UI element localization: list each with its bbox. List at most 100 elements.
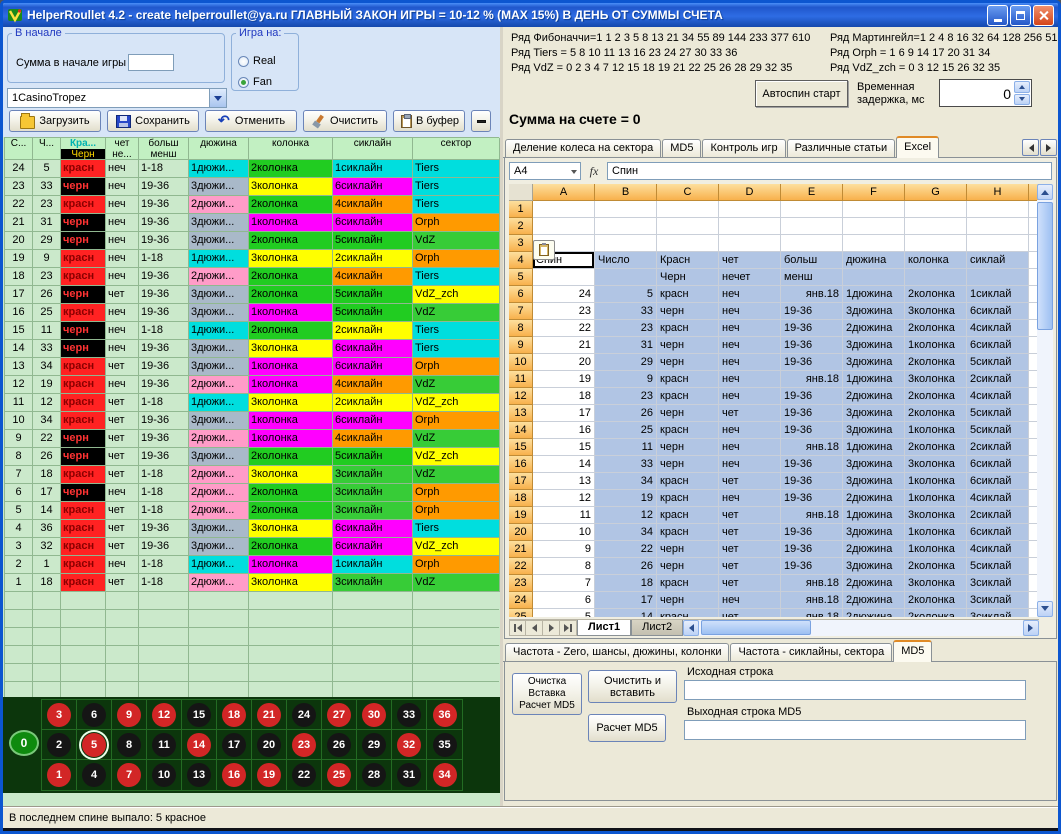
excel-cell[interactable]: 15: [533, 439, 595, 456]
excel-cell[interactable]: черн: [657, 337, 719, 354]
table-row[interactable]: 1511черннеч1-181дюжи...2колонка2сиклайнT…: [5, 322, 499, 340]
excel-cell[interactable]: [657, 201, 719, 218]
excel-cell[interactable]: 3дюжина: [843, 524, 905, 541]
row-header-5[interactable]: 5: [509, 269, 533, 286]
excel-cell[interactable]: 19-36: [781, 388, 843, 405]
excel-cell[interactable]: 9: [533, 541, 595, 558]
delay-value[interactable]: 0: [941, 81, 1014, 105]
excel-cell[interactable]: 31: [595, 337, 657, 354]
excel-cell[interactable]: [905, 218, 967, 235]
excel-cell[interactable]: 5сиклай: [967, 422, 1029, 439]
excel-cell[interactable]: красн: [657, 371, 719, 388]
excel-cell[interactable]: неч: [719, 456, 781, 473]
roulette-number-13[interactable]: 13: [187, 763, 211, 787]
excel-cell[interactable]: [657, 235, 719, 252]
excel-cell[interactable]: янв.18: [781, 507, 843, 524]
roulette-number-26[interactable]: 26: [327, 733, 351, 757]
roulette-number-25[interactable]: 25: [327, 763, 351, 787]
excel-cell[interactable]: менш: [781, 269, 843, 286]
excel-cell[interactable]: 22: [533, 320, 595, 337]
excel-cell[interactable]: 2сиклай: [967, 507, 1029, 524]
excel-cell[interactable]: 6сиклай: [967, 456, 1029, 473]
roulette-number-15[interactable]: 15: [187, 703, 211, 727]
row-header-3[interactable]: 3: [509, 235, 533, 252]
excel-cell[interactable]: [843, 218, 905, 235]
table-row[interactable]: 2131черннеч19-363дюжи...1колонка6сиклайн…: [5, 214, 499, 232]
scroll-up-button[interactable]: [1037, 184, 1053, 200]
clear-paste-calc-button[interactable]: Очистка Вставка Расчет MD5: [512, 673, 582, 715]
save-button[interactable]: Сохранить: [107, 110, 199, 132]
excel-cell[interactable]: [843, 201, 905, 218]
excel-cell[interactable]: 12: [533, 490, 595, 507]
excel-cell[interactable]: 3колонка: [905, 303, 967, 320]
row-header-25[interactable]: 25: [509, 609, 533, 617]
excel-cell[interactable]: [533, 201, 595, 218]
excel-cell[interactable]: 1колонка: [905, 541, 967, 558]
excel-cell[interactable]: 19-36: [781, 320, 843, 337]
excel-cell[interactable]: 3колонка: [905, 456, 967, 473]
table-row[interactable]: 826чернчет19-363дюжи...2колонка5сиклайнV…: [5, 448, 499, 466]
excel-cell[interactable]: [719, 218, 781, 235]
clear-button[interactable]: Очистить: [303, 110, 387, 132]
row-header-22[interactable]: 22: [509, 558, 533, 575]
excel-cell[interactable]: неч: [719, 439, 781, 456]
excel-cell[interactable]: 26: [595, 405, 657, 422]
excel-cell[interactable]: 34: [595, 473, 657, 490]
tab-wheel-sectors[interactable]: Деление колеса на сектора: [505, 139, 661, 157]
excel-cell[interactable]: 29: [595, 354, 657, 371]
roulette-number-30[interactable]: 30: [362, 703, 386, 727]
tab-md5-bottom[interactable]: MD5: [893, 640, 932, 662]
scroll-right-button[interactable]: [1023, 620, 1039, 636]
excel-cell[interactable]: 2колонка: [905, 388, 967, 405]
clear-insert-button[interactable]: Очистить и вставить: [588, 670, 677, 703]
sheet-tab-list1[interactable]: Лист1: [577, 620, 631, 636]
excel-cell[interactable]: 5: [533, 609, 595, 617]
excel-cell[interactable]: 14: [533, 456, 595, 473]
excel-cell[interactable]: 4сиклай: [967, 490, 1029, 507]
row-header-20[interactable]: 20: [509, 524, 533, 541]
excel-cell[interactable]: 2дюжина: [843, 388, 905, 405]
excel-cell[interactable]: 2дюжина: [843, 575, 905, 592]
autospin-start-button[interactable]: Автоспин старт: [755, 80, 848, 107]
md5-output-input[interactable]: [684, 720, 1026, 740]
column-header-E[interactable]: E: [781, 184, 843, 201]
spinner-up-button[interactable]: [1014, 81, 1030, 93]
excel-cell[interactable]: 2колонка: [905, 592, 967, 609]
excel-cell[interactable]: [967, 201, 1029, 218]
select-all-corner[interactable]: [509, 184, 533, 201]
excel-cell[interactable]: [595, 269, 657, 286]
chevron-down-icon[interactable]: [209, 89, 226, 107]
tab-scroll-right-button[interactable]: [1040, 139, 1057, 156]
excel-cell[interactable]: 23: [595, 388, 657, 405]
roulette-number-5[interactable]: 5: [82, 733, 106, 757]
excel-cell[interactable]: [595, 235, 657, 252]
excel-cell[interactable]: 18: [595, 575, 657, 592]
table-row[interactable]: 2223красннеч19-362дюжи...2колонка4сиклай…: [5, 196, 499, 214]
row-header-1[interactable]: 1: [509, 201, 533, 218]
excel-cell[interactable]: черн: [657, 303, 719, 320]
excel-cell[interactable]: 18: [533, 388, 595, 405]
excel-cell[interactable]: черн: [657, 439, 719, 456]
excel-cell[interactable]: 8: [533, 558, 595, 575]
column-header-C[interactable]: C: [657, 184, 719, 201]
excel-cell[interactable]: 25: [595, 422, 657, 439]
excel-cell[interactable]: 3дюжина: [843, 456, 905, 473]
excel-cell[interactable]: 3колонка: [905, 575, 967, 592]
excel-cell[interactable]: сиклай: [967, 252, 1029, 269]
excel-cell[interactable]: янв.18: [781, 439, 843, 456]
excel-cell[interactable]: 19-36: [781, 456, 843, 473]
excel-cell[interactable]: 3колонка: [905, 371, 967, 388]
excel-cell[interactable]: 2дюжина: [843, 490, 905, 507]
excel-cell[interactable]: 19: [595, 490, 657, 507]
excel-cell[interactable]: дюжина: [843, 252, 905, 269]
sheet-nav-last[interactable]: [560, 620, 577, 636]
excel-cell[interactable]: 2дюжина: [843, 592, 905, 609]
excel-cell[interactable]: чет: [719, 541, 781, 558]
table-row[interactable]: 118краснчет1-182дюжи...3колонка3сиклайнV…: [5, 574, 499, 592]
excel-cell[interactable]: красн: [657, 473, 719, 490]
roulette-number-9[interactable]: 9: [117, 703, 141, 727]
excel-cell[interactable]: чет: [719, 405, 781, 422]
close-button[interactable]: [1033, 5, 1054, 26]
excel-cell[interactable]: черн: [657, 456, 719, 473]
excel-cell[interactable]: 3дюжина: [843, 303, 905, 320]
